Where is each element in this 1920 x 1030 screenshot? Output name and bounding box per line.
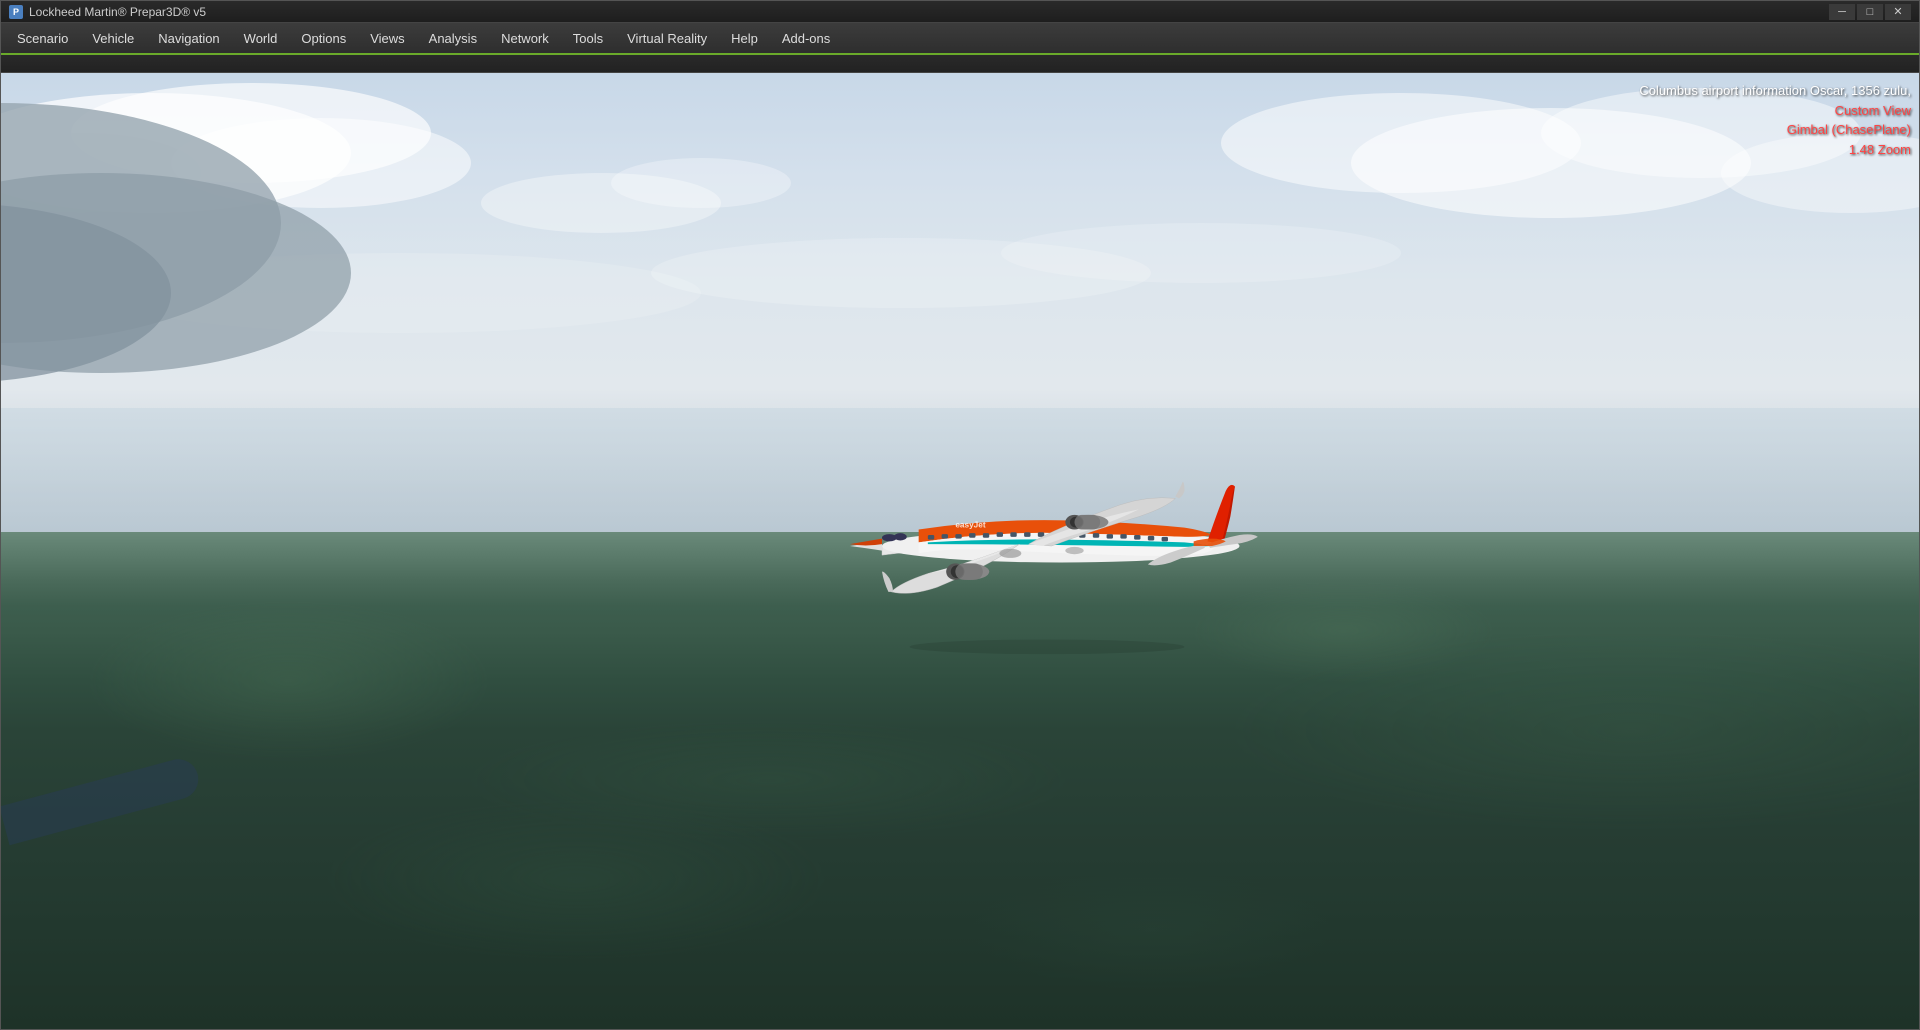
window-title: Lockheed Martin® Prepar3D® v5: [29, 5, 206, 19]
menu-item-vehicle[interactable]: Vehicle: [80, 27, 146, 50]
menu-item-views[interactable]: Views: [358, 27, 416, 50]
svg-text:easyJet: easyJet: [955, 521, 986, 530]
main-window: P Lockheed Martin® Prepar3D® v5 ─ □ ✕ Sc…: [0, 0, 1920, 1030]
window-controls: ─ □ ✕: [1829, 4, 1911, 20]
menu-item-scenario[interactable]: Scenario: [5, 27, 80, 50]
menu-item-add-ons[interactable]: Add-ons: [770, 27, 842, 50]
menu-item-world[interactable]: World: [232, 27, 290, 50]
zoom-level-text: 1.48 Zoom: [1639, 140, 1911, 160]
hud-overlay: Columbus airport information Oscar, 1356…: [1639, 81, 1911, 159]
menu-item-analysis[interactable]: Analysis: [417, 27, 489, 50]
aircraft-model: easyJet: [807, 436, 1287, 656]
menu-item-navigation[interactable]: Navigation: [146, 27, 231, 50]
close-button[interactable]: ✕: [1885, 4, 1911, 20]
menu-item-network[interactable]: Network: [489, 27, 561, 50]
title-bar: P Lockheed Martin® Prepar3D® v5 ─ □ ✕: [1, 1, 1919, 23]
menu-item-help[interactable]: Help: [719, 27, 770, 50]
airport-info-text: Columbus airport information Oscar, 1356…: [1639, 81, 1911, 101]
menu-item-tools[interactable]: Tools: [561, 27, 615, 50]
title-bar-left: P Lockheed Martin® Prepar3D® v5: [9, 5, 206, 19]
camera-mode-text: Gimbal (ChasePlane): [1639, 120, 1911, 140]
maximize-button[interactable]: □: [1857, 4, 1883, 20]
app-icon: P: [9, 5, 23, 19]
aircraft: easyJet: [807, 436, 1287, 656]
menu-item-virtual-reality[interactable]: Virtual Reality: [615, 27, 719, 50]
view-mode-text: Custom View: [1639, 101, 1911, 121]
sim-viewport: easyJet: [1, 73, 1919, 1029]
info-bar: [1, 55, 1919, 73]
menu-bar: ScenarioVehicleNavigationWorldOptionsVie…: [1, 23, 1919, 55]
minimize-button[interactable]: ─: [1829, 4, 1855, 20]
menu-item-options[interactable]: Options: [289, 27, 358, 50]
